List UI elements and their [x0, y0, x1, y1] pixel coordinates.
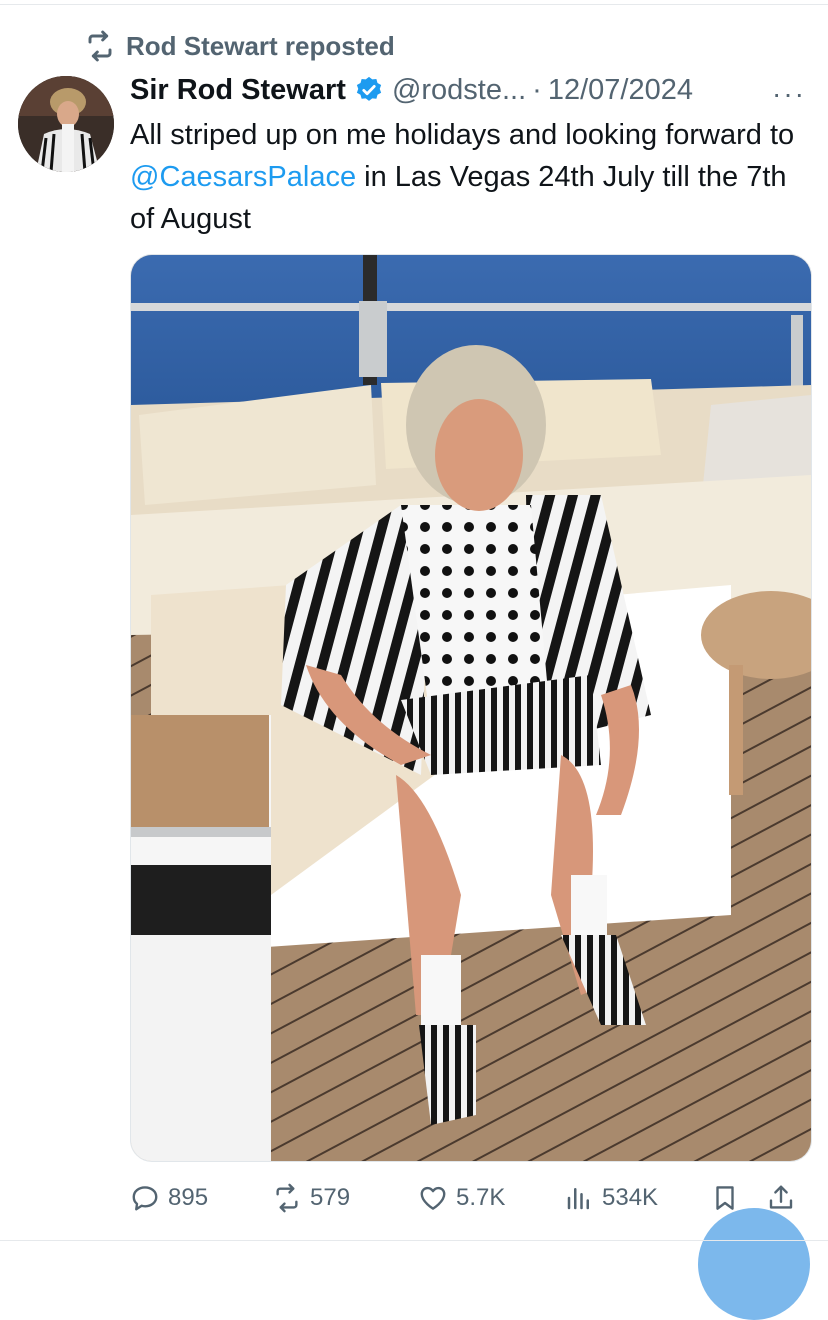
- reply-count: 895: [168, 1184, 209, 1211]
- repost-button[interactable]: 579: [272, 1183, 418, 1213]
- tweet-text: All striped up on me holidays and lookin…: [130, 114, 810, 240]
- more-icon[interactable]: ···: [772, 78, 806, 110]
- separator: ·: [532, 73, 542, 106]
- action-bar: 895 579 5.7K 534K: [130, 1176, 810, 1220]
- repost-indicator[interactable]: Rod Stewart reposted: [84, 30, 395, 62]
- like-button[interactable]: 5.7K: [418, 1183, 564, 1213]
- display-name[interactable]: Sir Rod Stewart: [130, 74, 346, 107]
- repost-count: 579: [310, 1184, 351, 1211]
- verified-badge-icon: [356, 76, 382, 101]
- tweet-media-photo[interactable]: [130, 254, 812, 1162]
- views-icon: [567, 1188, 589, 1210]
- bottom-divider: [0, 1240, 828, 1241]
- like-count: 5.7K: [456, 1184, 506, 1211]
- compose-button[interactable]: [698, 1208, 810, 1320]
- avatar[interactable]: [18, 76, 114, 172]
- views-button[interactable]: 534K: [564, 1183, 710, 1213]
- repost-icon: [276, 1183, 298, 1213]
- share-button[interactable]: [766, 1183, 806, 1213]
- share-icon: [769, 1185, 793, 1209]
- tweet-header: Sir Rod Stewart @rodste... · 12/07/2024: [130, 70, 810, 110]
- reply-icon: [132, 1186, 158, 1211]
- views-count: 534K: [602, 1184, 659, 1211]
- handle[interactable]: @rodste...: [392, 74, 526, 107]
- tweet-text-part: All striped up on me holidays and lookin…: [130, 119, 795, 151]
- timestamp[interactable]: 12/07/2024: [548, 74, 693, 107]
- reply-button[interactable]: 895: [130, 1183, 272, 1213]
- repost-label: Rod Stewart reposted: [126, 30, 395, 61]
- repost-icon: [88, 30, 112, 62]
- mention-link[interactable]: @CaesarsPalace: [130, 161, 356, 193]
- top-divider: [0, 4, 828, 5]
- like-icon: [420, 1186, 446, 1210]
- bookmark-icon: [716, 1186, 734, 1210]
